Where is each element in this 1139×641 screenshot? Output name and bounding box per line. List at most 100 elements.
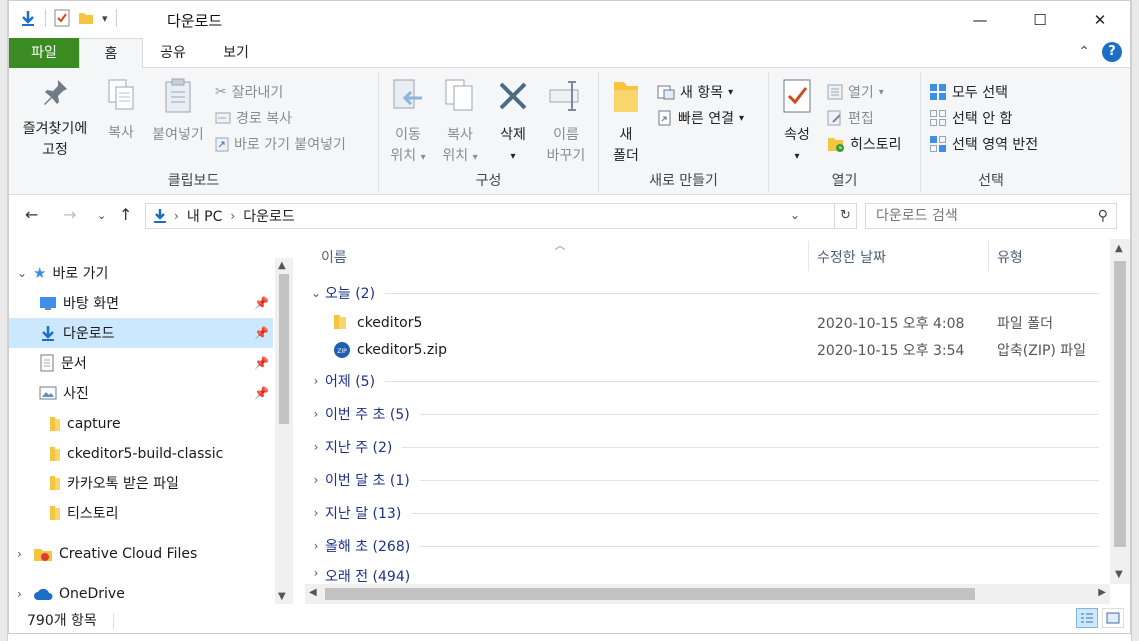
breadcrumb-chevron-icon[interactable]: › xyxy=(174,209,179,223)
expand-group-icon[interactable]: › xyxy=(307,440,325,454)
column-divider[interactable] xyxy=(988,241,989,271)
collapse-group-icon[interactable]: ⌄ xyxy=(307,286,325,300)
minimize-button[interactable]: — xyxy=(950,1,1010,38)
properties-check-icon[interactable] xyxy=(54,9,70,27)
column-name-header[interactable]: 이름 xyxy=(321,247,347,267)
cut-button[interactable]: ✂ 잘라내기 xyxy=(215,82,283,102)
expand-group-icon[interactable]: › xyxy=(307,539,325,553)
recent-locations-icon[interactable]: ⌄ xyxy=(97,209,106,222)
open-button[interactable]: 열기 ▾ xyxy=(827,82,884,102)
nav-item-downloads[interactable]: 다운로드 📌 xyxy=(9,318,273,348)
address-bar[interactable]: › 내 PC › 다운로드 ⌄ xyxy=(145,203,835,229)
new-folder-icon[interactable] xyxy=(78,10,94,26)
file-row-ckeditor5-zip[interactable]: ZIP ckeditor5.zip 2020-10-15 오후 3:54 압축(… xyxy=(307,337,1107,363)
scroll-up-icon[interactable]: ▲ xyxy=(1115,243,1123,254)
expand-group-icon[interactable]: › xyxy=(307,506,325,520)
properties-button[interactable]: 속성 ▾ xyxy=(775,74,819,167)
address-dropdown-icon[interactable]: ⌄ xyxy=(790,208,800,222)
pin-icon[interactable]: 📌 xyxy=(254,326,269,340)
tab-home[interactable]: 홈 xyxy=(79,38,143,69)
breadcrumb-chevron-icon[interactable]: › xyxy=(230,209,235,223)
group-today[interactable]: ⌄ 오늘 (2) xyxy=(307,280,1099,306)
customize-toolbar-icon[interactable]: ▾ xyxy=(102,12,108,25)
scroll-up-icon[interactable]: ▲ xyxy=(278,260,286,271)
scroll-left-icon[interactable]: ◀ xyxy=(309,587,317,598)
pin-icon[interactable]: 📌 xyxy=(254,386,269,400)
maximize-button[interactable]: ☐ xyxy=(1010,1,1070,38)
expand-group-icon[interactable]: › xyxy=(307,566,325,580)
file-list-hscrollbar[interactable]: ◀ ▶ xyxy=(305,584,1110,604)
scroll-down-icon[interactable]: ▼ xyxy=(278,591,286,602)
collapse-ribbon-icon[interactable]: ⌃ xyxy=(1078,44,1090,60)
select-all-button[interactable]: 모두 선택 xyxy=(929,82,1008,102)
tab-share[interactable]: 공유 xyxy=(143,38,203,68)
group-long-ago[interactable]: › 오래 전 (494) xyxy=(307,566,1099,584)
up-button[interactable]: ↑ xyxy=(119,205,132,224)
edit-button[interactable]: 편집 xyxy=(827,108,874,128)
group-this-week[interactable]: › 이번 주 초 (5) xyxy=(307,401,1099,427)
column-divider[interactable] xyxy=(808,241,809,271)
nav-item-desktop[interactable]: 바탕 화면 📌 xyxy=(9,288,273,318)
nav-item-tistory[interactable]: 티스토리 xyxy=(9,498,273,528)
details-view-button[interactable] xyxy=(1076,608,1098,628)
refresh-button[interactable]: ↻ xyxy=(835,203,857,229)
history-button[interactable]: 히스토리 xyxy=(827,134,902,154)
pin-icon[interactable]: 📌 xyxy=(254,296,269,310)
group-this-month[interactable]: › 이번 달 초 (1) xyxy=(307,467,1099,493)
group-this-year[interactable]: › 올해 초 (268) xyxy=(307,533,1099,559)
nav-item-capture[interactable]: capture xyxy=(9,409,273,439)
nav-creative-cloud[interactable]: › Creative Cloud Files xyxy=(9,539,273,569)
new-item-button[interactable]: 새 항목 ▾ xyxy=(657,82,733,102)
help-icon[interactable]: ? xyxy=(1102,42,1122,62)
invert-selection-button[interactable]: 선택 영역 반전 xyxy=(929,134,1038,154)
paste-button[interactable]: 붙여넣기 xyxy=(145,74,211,146)
copy-to-button[interactable]: 복사 위치 ▾ xyxy=(435,74,485,168)
nav-item-ckeditor5-build-classic[interactable]: ckeditor5-build-classic xyxy=(9,439,273,469)
column-type-header[interactable]: 유형 xyxy=(997,247,1023,267)
expand-chevron-icon[interactable]: › xyxy=(17,587,33,601)
breadcrumb-downloads[interactable]: 다운로드 xyxy=(243,206,295,226)
delete-dropdown-icon[interactable]: ▾ xyxy=(493,146,533,167)
easy-access-button[interactable]: 빠른 연결 ▾ xyxy=(657,108,744,128)
hscroll-thumb[interactable] xyxy=(325,588,975,600)
pin-icon[interactable]: 📌 xyxy=(254,356,269,370)
large-icons-view-button[interactable] xyxy=(1102,608,1124,628)
pin-to-quick-access-button[interactable]: 즐겨찾기에 고정 xyxy=(13,74,97,161)
copy-path-button[interactable]: 경로 복사 xyxy=(215,108,292,128)
move-to-button[interactable]: 이동 위치 ▾ xyxy=(383,74,433,168)
group-last-week[interactable]: › 지난 주 (2) xyxy=(307,434,1099,460)
expand-chevron-icon[interactable]: › xyxy=(17,547,33,561)
file-list-scrollbar[interactable]: ▲ ▼ xyxy=(1110,239,1130,584)
new-folder-button[interactable]: 새 폴더 xyxy=(603,74,649,167)
breadcrumb-this-pc[interactable]: 내 PC xyxy=(187,206,223,226)
file-list-scroll-thumb[interactable] xyxy=(1114,261,1126,547)
tab-view[interactable]: 보기 xyxy=(203,38,269,68)
file-row-ckeditor5[interactable]: ckeditor5 2020-10-15 오후 4:08 파일 폴더 xyxy=(307,310,1107,336)
expand-group-icon[interactable]: › xyxy=(307,473,325,487)
forward-button[interactable]: → xyxy=(63,205,76,224)
nav-item-documents[interactable]: 문서 📌 xyxy=(9,348,273,378)
nav-quick-access[interactable]: ⌄ ★ 바로 가기 xyxy=(9,258,273,288)
expand-chevron-icon[interactable]: ⌄ xyxy=(17,266,33,280)
column-modified-header[interactable]: 수정한 날짜 xyxy=(817,247,886,267)
delete-button[interactable]: 삭제 ▾ xyxy=(493,74,533,167)
close-button[interactable]: ✕ xyxy=(1070,1,1130,38)
paste-shortcut-button[interactable]: 바로 가기 붙여넣기 xyxy=(215,134,346,154)
select-none-button[interactable]: 선택 안 함 xyxy=(929,108,1012,128)
scroll-right-icon[interactable]: ▶ xyxy=(1098,587,1106,598)
properties-dropdown-icon[interactable]: ▾ xyxy=(775,146,819,167)
expand-group-icon[interactable]: › xyxy=(307,374,325,388)
expand-group-icon[interactable]: › xyxy=(307,407,325,421)
copy-button[interactable]: 복사 xyxy=(101,74,141,144)
scroll-down-icon[interactable]: ▼ xyxy=(1115,569,1123,580)
nav-pane-scrollbar[interactable]: ▲ ▼ xyxy=(275,258,293,604)
search-input[interactable]: 다운로드 검색 ⚲ xyxy=(865,203,1117,229)
nav-pane-scroll-thumb[interactable] xyxy=(279,274,289,424)
tab-file[interactable]: 파일 xyxy=(9,38,79,68)
nav-item-kakaotalk[interactable]: 카카오톡 받은 파일 xyxy=(9,468,273,498)
back-button[interactable]: ← xyxy=(25,205,38,224)
rename-button[interactable]: 이름 바꾸기 xyxy=(539,74,593,167)
group-last-month[interactable]: › 지난 달 (13) xyxy=(307,500,1099,526)
group-yesterday[interactable]: › 어제 (5) xyxy=(307,368,1099,394)
nav-item-pictures[interactable]: 사진 📌 xyxy=(9,378,273,408)
